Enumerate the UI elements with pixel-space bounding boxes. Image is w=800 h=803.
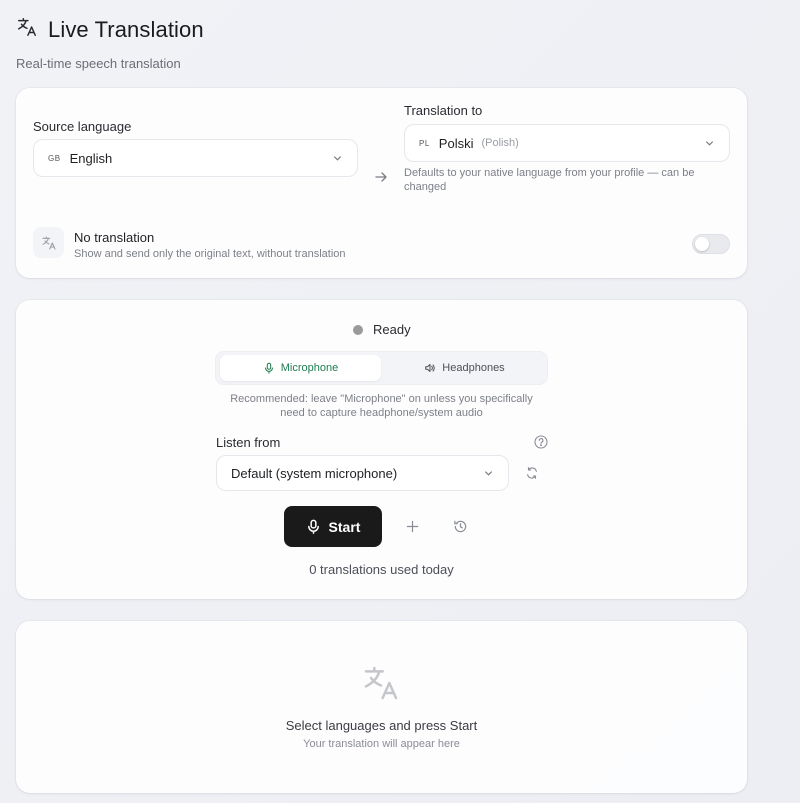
translate-icon — [361, 663, 401, 703]
target-language-select[interactable]: PL Polski (Polish) — [404, 124, 730, 162]
target-language-native: (Polish) — [481, 137, 519, 149]
start-button-label: Start — [328, 518, 361, 535]
translation-output-card: Select languages and press Start Your tr… — [16, 621, 747, 793]
plus-icon[interactable] — [401, 515, 423, 537]
session-card: Ready Microphone Headphones Recommended:… — [16, 300, 747, 599]
language-card: Source language GB English Translation t… — [16, 88, 747, 278]
chevron-down-icon — [484, 471, 493, 476]
arrow-right-icon — [374, 170, 388, 184]
page-subtitle: Real-time speech translation — [16, 56, 181, 71]
toggle-knob — [695, 237, 709, 251]
help-icon[interactable] — [534, 435, 548, 449]
start-button[interactable]: Start — [284, 506, 382, 547]
no-translation-description: Show and send only the original text, wi… — [74, 248, 346, 260]
history-icon[interactable] — [449, 515, 471, 537]
target-flag-code: PL — [419, 138, 430, 148]
refresh-icon[interactable] — [521, 462, 543, 484]
tab-headphones[interactable]: Headphones — [384, 355, 545, 381]
tab-microphone[interactable]: Microphone — [220, 355, 381, 381]
tab-headphones-label: Headphones — [442, 362, 505, 374]
source-language-label: Source language — [33, 119, 132, 134]
page-header: Live Translation Real-time speech transl… — [16, 16, 204, 72]
microphone-icon — [307, 519, 319, 534]
microphone-icon — [264, 362, 273, 374]
no-translation-title: No translation — [74, 230, 155, 245]
status-indicator: Ready — [353, 322, 411, 337]
audio-source-toggle: Microphone Headphones — [215, 351, 548, 385]
speaker-icon — [425, 364, 436, 372]
listen-from-label: Listen from — [216, 435, 281, 450]
empty-state-title: Select languages and press Start — [285, 718, 478, 733]
target-language-value: Polski — [438, 135, 474, 151]
translate-off-icon — [33, 227, 64, 258]
listen-from-select[interactable]: Default (system microphone) — [216, 455, 509, 491]
status-dot — [353, 324, 363, 335]
page-title: Live Translation — [48, 16, 204, 42]
tab-microphone-label: Microphone — [280, 362, 339, 374]
target-language-label: Translation to — [404, 103, 483, 118]
empty-state-subtitle: Your translation will appear here — [303, 738, 460, 750]
target-language-hint: Defaults to your native language from yo… — [404, 167, 695, 193]
usage-text: 0 translations used today — [309, 562, 454, 577]
source-language-value: English — [69, 150, 113, 166]
listen-from-value: Default (system microphone) — [231, 465, 398, 481]
source-language-select[interactable]: GB English — [33, 139, 358, 177]
audio-source-recommendation: Recommended: leave "Microphone" on unles… — [230, 393, 533, 419]
no-translation-toggle[interactable] — [692, 234, 730, 254]
translate-icon — [16, 16, 38, 43]
status-text: Ready — [373, 322, 411, 337]
chevron-down-icon — [333, 156, 342, 161]
source-flag-code: GB — [48, 153, 61, 163]
chevron-down-icon — [705, 141, 714, 146]
